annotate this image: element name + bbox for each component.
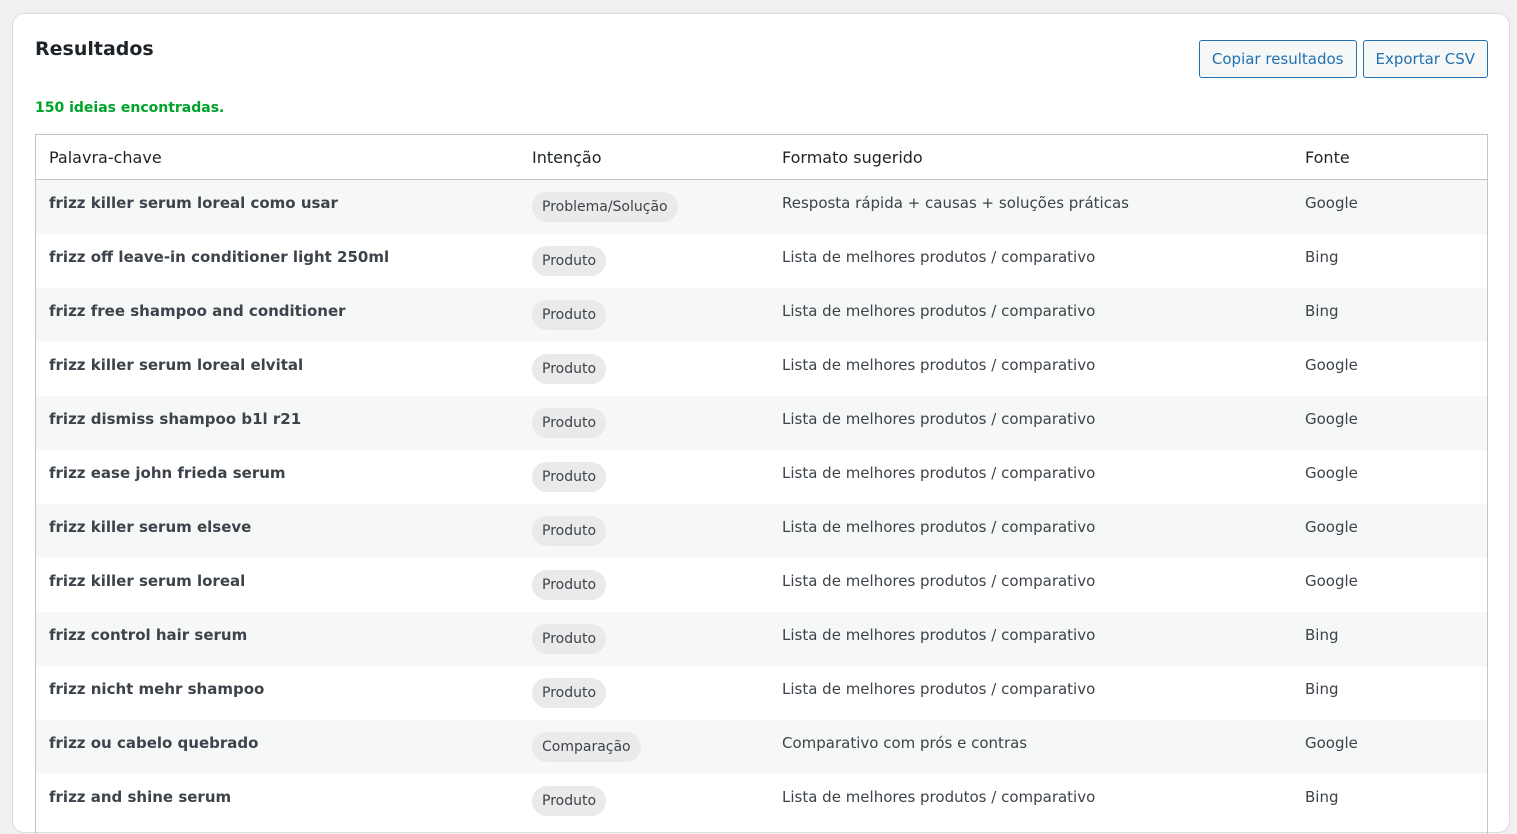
results-table-container: Palavra-chave Intenção Formato sugerido … xyxy=(35,134,1488,834)
intent-cell: Produto xyxy=(519,666,769,720)
keyword-cell: frizz ease john frieda serum xyxy=(49,463,286,482)
intent-cell: Produto xyxy=(519,234,769,288)
intent-badge: Produto xyxy=(532,515,607,546)
intent-badge: Comparação xyxy=(532,731,641,762)
format-cell: Lista de melhores produtos / comparativo xyxy=(782,409,1096,428)
keyword-cell: frizz off leave-in conditioner light 250… xyxy=(49,247,390,266)
table-row: frizz off leave-in conditioner light 250… xyxy=(36,233,1487,288)
intent-badge: Problema/Solução xyxy=(532,192,678,222)
intent-badge: Produto xyxy=(532,623,607,654)
table-row: frizz dismiss shampoo b1l r21 Produto List… xyxy=(36,395,1487,450)
keyword-cell: frizz killer serum loreal como usar xyxy=(49,194,338,212)
results-panel: Resultados Copiar resultados Exportar CS… xyxy=(12,13,1510,834)
source-cell: Google xyxy=(1305,463,1358,482)
actions-bar: Copiar resultados Exportar CSV xyxy=(1198,40,1488,78)
source-cell: Google xyxy=(1305,409,1358,428)
format-cell: Lista de melhores produtos / comparativo xyxy=(782,463,1096,482)
source-cell: Bing xyxy=(1305,301,1339,320)
results-table: Palavra-chave Intenção Formato sugerido … xyxy=(36,135,1487,828)
format-cell: Lista de melhores produtos / comparativo xyxy=(782,355,1096,374)
intent-badge: Produto xyxy=(532,461,607,492)
source-cell: Bing xyxy=(1305,679,1339,698)
intent-badge: Produto xyxy=(532,353,607,384)
source-cell: Google xyxy=(1305,571,1358,590)
intent-cell: Produto xyxy=(519,342,769,396)
table-header-row: Palavra-chave Intenção Formato sugerido … xyxy=(36,135,1487,180)
keyword-cell: frizz free shampoo and conditioner xyxy=(49,301,346,320)
table-row: frizz killer serum loreal como usar Probl… xyxy=(36,179,1487,234)
source-cell: Google xyxy=(1305,355,1358,374)
intent-badge: Produto xyxy=(532,569,607,600)
intent-cell: Produto xyxy=(519,558,769,612)
table-row: frizz killer serum elseve Produto Lista de… xyxy=(36,503,1487,558)
keyword-cell: frizz killer serum loreal xyxy=(49,571,246,590)
keyword-cell: frizz control hair serum xyxy=(49,625,248,644)
format-cell: Lista de melhores produtos / comparativo xyxy=(782,517,1096,536)
results-count: 150 ideias encontradas. xyxy=(35,100,225,116)
table-row: frizz control hair serum Produto Lista de … xyxy=(36,611,1487,666)
format-cell: Lista de melhores produtos / comparativo xyxy=(782,625,1096,644)
keyword-cell: frizz and shine serum xyxy=(49,787,232,806)
source-cell: Google xyxy=(1305,194,1358,212)
intent-cell: Produto xyxy=(519,288,769,342)
intent-cell: Produto xyxy=(519,504,769,558)
table-row: frizz nicht mehr shampoo Produto Lista de … xyxy=(36,665,1487,720)
source-cell: Google xyxy=(1305,733,1358,752)
keyword-cell: frizz killer serum elseve xyxy=(49,517,252,536)
column-header-source: Fonte xyxy=(1292,135,1487,180)
source-cell: Bing xyxy=(1305,787,1339,806)
keyword-cell: frizz dismiss shampoo b1l r21 xyxy=(49,409,302,428)
format-cell: Lista de melhores produtos / comparativo xyxy=(782,787,1096,806)
intent-cell: Produto xyxy=(519,450,769,504)
source-cell: Bing xyxy=(1305,247,1339,266)
intent-badge: Produto xyxy=(532,299,607,330)
keyword-cell: frizz killer serum loreal elvital xyxy=(49,355,304,374)
keyword-cell: frizz ou cabelo quebrado xyxy=(49,733,259,752)
column-header-intent: Intenção xyxy=(519,135,769,180)
intent-cell: Produto xyxy=(519,612,769,666)
intent-cell: Produto xyxy=(519,396,769,450)
intent-cell: Produto xyxy=(519,774,769,828)
format-cell: Resposta rápida + causas + soluções prát… xyxy=(782,194,1129,212)
table-row: frizz ease john frieda serum Produto Lista… xyxy=(36,449,1487,504)
intent-badge: Produto xyxy=(532,245,607,276)
intent-badge: Produto xyxy=(532,677,607,708)
source-cell: Bing xyxy=(1305,625,1339,644)
column-header-keyword: Palavra-chave xyxy=(36,135,519,180)
format-cell: Lista de melhores produtos / comparativo xyxy=(782,247,1096,266)
format-cell: Lista de melhores produtos / comparativo xyxy=(782,571,1096,590)
table-row: frizz free shampoo and conditioner Produt… xyxy=(36,287,1487,342)
table-row: frizz and shine serum Produto Lista de mel… xyxy=(36,773,1487,828)
intent-badge: Produto xyxy=(532,407,607,438)
format-cell: Comparativo com prós e contras xyxy=(782,733,1028,752)
copy-results-button[interactable]: Copiar resultados xyxy=(1198,40,1357,78)
table-row: frizz killer serum loreal Produto Lista de… xyxy=(36,557,1487,612)
source-cell: Google xyxy=(1305,517,1358,536)
intent-badge: Produto xyxy=(532,785,607,816)
format-cell: Lista de melhores produtos / comparativo xyxy=(782,679,1096,698)
intent-cell: Comparação xyxy=(519,720,769,774)
column-header-format: Formato sugerido xyxy=(769,135,1292,180)
export-csv-button[interactable]: Exportar CSV xyxy=(1362,40,1488,78)
format-cell: Lista de melhores produtos / comparativo xyxy=(782,301,1096,320)
table-row: frizz killer serum loreal elvital Produto… xyxy=(36,341,1487,396)
table-row: frizz ou cabelo quebrado Comparação Compar… xyxy=(36,719,1487,774)
page-title: Resultados xyxy=(35,38,154,60)
keyword-cell: frizz nicht mehr shampoo xyxy=(49,679,265,698)
intent-cell: Problema/Solução xyxy=(519,180,769,234)
